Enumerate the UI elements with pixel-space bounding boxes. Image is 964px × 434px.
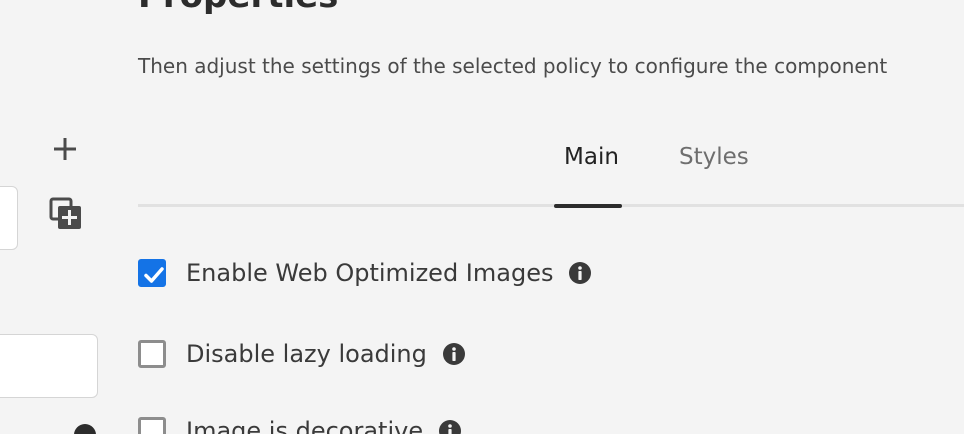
image-is-decorative-label: Image is decorative <box>186 417 424 434</box>
tab-divider <box>138 204 964 207</box>
page-subtitle: Then adjust the settings of the selected… <box>138 54 888 78</box>
properties-tabs: Main Styles <box>138 132 964 208</box>
image-is-decorative-checkbox[interactable] <box>138 417 166 434</box>
enable-web-optimized-images-label: Enable Web Optimized Images <box>186 259 554 287</box>
tab-main[interactable]: Main <box>564 144 619 170</box>
duplicate-policy-button[interactable] <box>49 197 83 231</box>
plus-icon <box>54 138 76 160</box>
info-icon[interactable] <box>74 424 96 434</box>
option-disable-lazy-loading: Disable lazy loading <box>138 339 465 369</box>
option-image-is-decorative: Image is decorative <box>138 416 462 434</box>
info-icon[interactable] <box>569 262 592 284</box>
checkmark-icon <box>144 267 164 283</box>
disable-lazy-loading-label: Disable lazy loading <box>186 340 427 368</box>
info-icon[interactable] <box>442 343 465 365</box>
add-policy-button[interactable] <box>50 134 80 164</box>
info-icon[interactable] <box>439 420 462 434</box>
option-enable-web-optimized-images: Enable Web Optimized Images <box>138 258 592 288</box>
policy-title-field[interactable] <box>0 334 98 398</box>
disable-lazy-loading-checkbox[interactable] <box>138 340 166 368</box>
policy-select-field[interactable] <box>0 186 18 250</box>
page-title: Properties <box>138 0 338 16</box>
tab-styles[interactable]: Styles <box>679 144 749 170</box>
selected-tab-indicator <box>554 204 622 208</box>
duplicate-add-icon <box>49 197 81 229</box>
enable-web-optimized-images-checkbox[interactable] <box>138 259 166 287</box>
policy-properties-page: Properties Then adjust the settings of t… <box>0 0 964 434</box>
